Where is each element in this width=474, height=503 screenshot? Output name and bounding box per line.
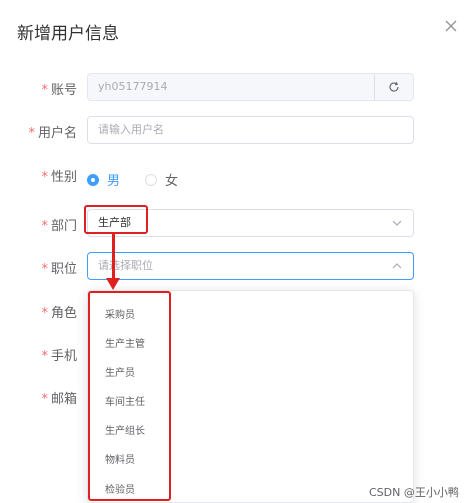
required-mark: * xyxy=(41,83,48,98)
position-select[interactable]: 请选择职位 xyxy=(87,252,414,280)
email-label: * 邮箱 xyxy=(41,392,77,407)
account-label: * 账号 xyxy=(41,83,77,98)
dialog-title: 新增用户信息 xyxy=(17,24,119,44)
chevron-down-icon xyxy=(392,220,402,226)
annotation-arrow-line xyxy=(112,233,115,281)
required-mark: * xyxy=(41,349,48,364)
refresh-button[interactable] xyxy=(374,74,413,100)
gender-radio-male[interactable]: 男 xyxy=(87,170,120,189)
username-input[interactable]: 请输入用户名 xyxy=(87,116,414,144)
refresh-icon xyxy=(389,81,399,92)
options-highlight-box xyxy=(88,291,171,501)
username-label: * 用户名 xyxy=(28,126,77,141)
radio-unchecked-icon xyxy=(145,173,157,186)
account-input[interactable]: yh05177914 xyxy=(87,73,414,101)
gender-label: * 性别 xyxy=(41,170,77,185)
position-label: * 职位 xyxy=(41,262,77,277)
required-mark: * xyxy=(41,262,48,277)
department-label: * 部门 xyxy=(41,219,77,234)
close-icon[interactable] xyxy=(443,18,459,34)
role-label: * 角色 xyxy=(41,306,77,321)
required-mark: * xyxy=(41,170,48,185)
username-placeholder: 请输入用户名 xyxy=(98,123,164,136)
chevron-up-icon xyxy=(392,263,402,269)
department-highlight-box xyxy=(84,205,148,234)
required-mark: * xyxy=(41,219,48,234)
position-placeholder: 请选择职位 xyxy=(98,259,153,272)
annotation-arrow-head xyxy=(106,278,120,290)
required-mark: * xyxy=(41,392,48,407)
required-mark: * xyxy=(41,306,48,321)
required-mark: * xyxy=(28,126,35,141)
account-value: yh05177914 xyxy=(98,80,168,93)
phone-label: * 手机 xyxy=(41,349,77,364)
watermark: CSDN @王小小鸭 xyxy=(369,486,459,499)
gender-radio-female[interactable]: 女 xyxy=(145,170,178,189)
add-user-dialog: 新增用户信息 * 账号 yh05177914 * 用户名 请输入用户名 * 性别 男 … xyxy=(0,0,474,503)
radio-checked-icon xyxy=(87,173,99,186)
